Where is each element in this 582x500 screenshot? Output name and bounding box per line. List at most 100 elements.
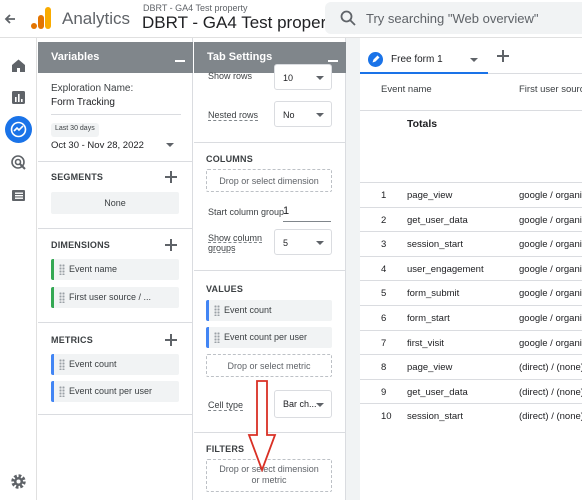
- totals-label: Totals: [407, 118, 438, 130]
- add-dimension-icon[interactable]: [165, 239, 177, 251]
- show-column-groups-value: 5: [283, 238, 289, 248]
- chevron-down-icon[interactable]: [470, 58, 478, 62]
- nested-rows-value: No: [283, 110, 295, 120]
- metric-chip[interactable]: Event count: [51, 354, 179, 375]
- table-row[interactable]: 4 user_engagement google / organic: [360, 255, 582, 281]
- chevron-down-icon: [316, 403, 324, 407]
- divider: [38, 161, 193, 162]
- chevron-down-icon: [316, 76, 324, 80]
- row-number: 9: [381, 386, 387, 398]
- add-metric-icon[interactable]: [165, 334, 177, 346]
- source-medium-cell: google / organic: [519, 214, 582, 226]
- columns-label: COLUMNS: [206, 154, 253, 164]
- show-rows-label: Show rows: [208, 71, 253, 81]
- variables-header: Variables: [38, 42, 193, 73]
- source-medium-cell: (direct) / (none): [519, 386, 582, 398]
- dimension-chip[interactable]: First user source / ...: [51, 287, 179, 308]
- row-number: 4: [381, 263, 387, 275]
- configure-icon[interactable]: [9, 186, 28, 205]
- table-row[interactable]: 3 session_start google / organic: [360, 231, 582, 256]
- source-medium-cell: google / organic: [519, 288, 582, 300]
- row-number: 8: [381, 362, 387, 374]
- top-bar: Analytics DBRT - GA4 Test property DBRT …: [0, 0, 582, 38]
- chevron-down-icon[interactable]: [166, 143, 174, 147]
- table-row[interactable]: 10 session_start (direct) / (none): [360, 403, 582, 428]
- event-name-cell: user_engagement: [407, 263, 484, 275]
- table-row[interactable]: 9 get_user_data (direct) / (none): [360, 378, 582, 404]
- metrics-label: METRICS: [51, 335, 93, 345]
- drag-handle-icon[interactable]: [59, 292, 65, 303]
- start-column-group-label: Start column group: [208, 207, 285, 217]
- event-name-cell: form_submit: [407, 288, 460, 300]
- search-icon: [339, 9, 357, 27]
- filters-label: FILTERS: [206, 444, 245, 454]
- column-header[interactable]: First user source / medium: [519, 84, 582, 95]
- segment-chip[interactable]: None: [51, 192, 179, 214]
- source-medium-cell: google / organic: [519, 190, 582, 201]
- advertising-icon[interactable]: [9, 153, 28, 172]
- panel-gutter: [346, 38, 360, 500]
- tab-free-form-1[interactable]: Free form 1: [360, 46, 488, 74]
- minimize-icon[interactable]: [328, 48, 338, 62]
- add-tab-icon[interactable]: [497, 50, 509, 62]
- app-name: Analytics: [62, 9, 131, 28]
- table-row[interactable]: 7 first_visit google / organic: [360, 329, 582, 355]
- row-number: 3: [381, 239, 387, 251]
- annotation-arrow: [247, 380, 277, 473]
- nested-rows-select[interactable]: No: [274, 101, 332, 127]
- divider: [38, 414, 193, 415]
- event-name-cell: page_view: [407, 190, 453, 201]
- drag-handle-icon[interactable]: [59, 359, 65, 370]
- dimension-label: First user source / ...: [69, 292, 152, 302]
- metric-label: Event count: [69, 359, 117, 369]
- admin-gear-icon[interactable]: [9, 472, 28, 491]
- date-range[interactable]: Oct 30 - Nov 28, 2022: [51, 140, 144, 151]
- drag-handle-icon[interactable]: [214, 305, 220, 316]
- source-medium-cell: google / organic: [519, 313, 582, 324]
- dimension-chip[interactable]: Event name: [51, 259, 179, 280]
- dimension-label: Event name: [69, 264, 118, 274]
- table-row[interactable]: 6 form_start google / organic: [360, 305, 582, 330]
- value-chip[interactable]: Event count: [206, 300, 332, 321]
- column-header[interactable]: Event name: [381, 84, 432, 95]
- back-arrow-icon[interactable]: [0, 8, 22, 30]
- drag-handle-icon[interactable]: [59, 264, 65, 275]
- table-row[interactable]: 5 form_submit google / organic: [360, 280, 582, 305]
- drag-handle-icon[interactable]: [59, 386, 65, 397]
- value-label: Event count: [224, 305, 272, 315]
- analytics-logo-icon: [30, 6, 52, 30]
- search-placeholder: Try searching "Web overview": [366, 11, 539, 26]
- start-column-group-input[interactable]: 1: [283, 205, 331, 222]
- reports-icon[interactable]: [9, 88, 28, 107]
- event-name-cell: form_start: [407, 313, 450, 324]
- segment-chip-label: None: [104, 198, 126, 208]
- metric-chip[interactable]: Event count per user: [51, 381, 179, 402]
- tab-bar: Free form 1: [360, 38, 582, 74]
- exploration-name-input[interactable]: Form Tracking: [51, 97, 115, 108]
- minimize-icon[interactable]: [175, 48, 185, 62]
- event-name-cell: session_start: [407, 411, 463, 423]
- table-row[interactable]: 8 page_view (direct) / (none): [360, 354, 582, 379]
- dimensions-label: DIMENSIONS: [51, 240, 111, 250]
- explore-icon[interactable]: [5, 116, 32, 143]
- show-column-groups-select[interactable]: 5: [274, 229, 332, 255]
- divider: [38, 228, 193, 229]
- add-segment-icon[interactable]: [165, 171, 177, 183]
- table-row[interactable]: 2 get_user_data google / organic: [360, 206, 582, 232]
- divider: [38, 322, 193, 323]
- divider: [194, 142, 346, 143]
- property-selector[interactable]: DBRT - GA4 Test property: [142, 13, 339, 33]
- property-breadcrumb[interactable]: DBRT - GA4 Test property: [143, 3, 248, 13]
- event-name-cell: page_view: [407, 362, 453, 374]
- values-drop-zone[interactable]: Drop or select metric: [206, 354, 332, 377]
- home-icon[interactable]: [9, 56, 28, 75]
- search-bar[interactable]: Try searching "Web overview": [325, 2, 582, 34]
- source-medium-cell: google / organic: [519, 337, 582, 349]
- cell-type-select[interactable]: Bar ch...: [274, 390, 332, 418]
- show-rows-select[interactable]: 10: [274, 64, 332, 90]
- value-chip[interactable]: Event count per user: [206, 327, 332, 348]
- drag-handle-icon[interactable]: [214, 332, 220, 343]
- table-row[interactable]: 1 page_view google / organic: [360, 182, 582, 207]
- row-number: 5: [381, 288, 387, 300]
- columns-drop-zone[interactable]: Drop or select dimension: [206, 169, 332, 192]
